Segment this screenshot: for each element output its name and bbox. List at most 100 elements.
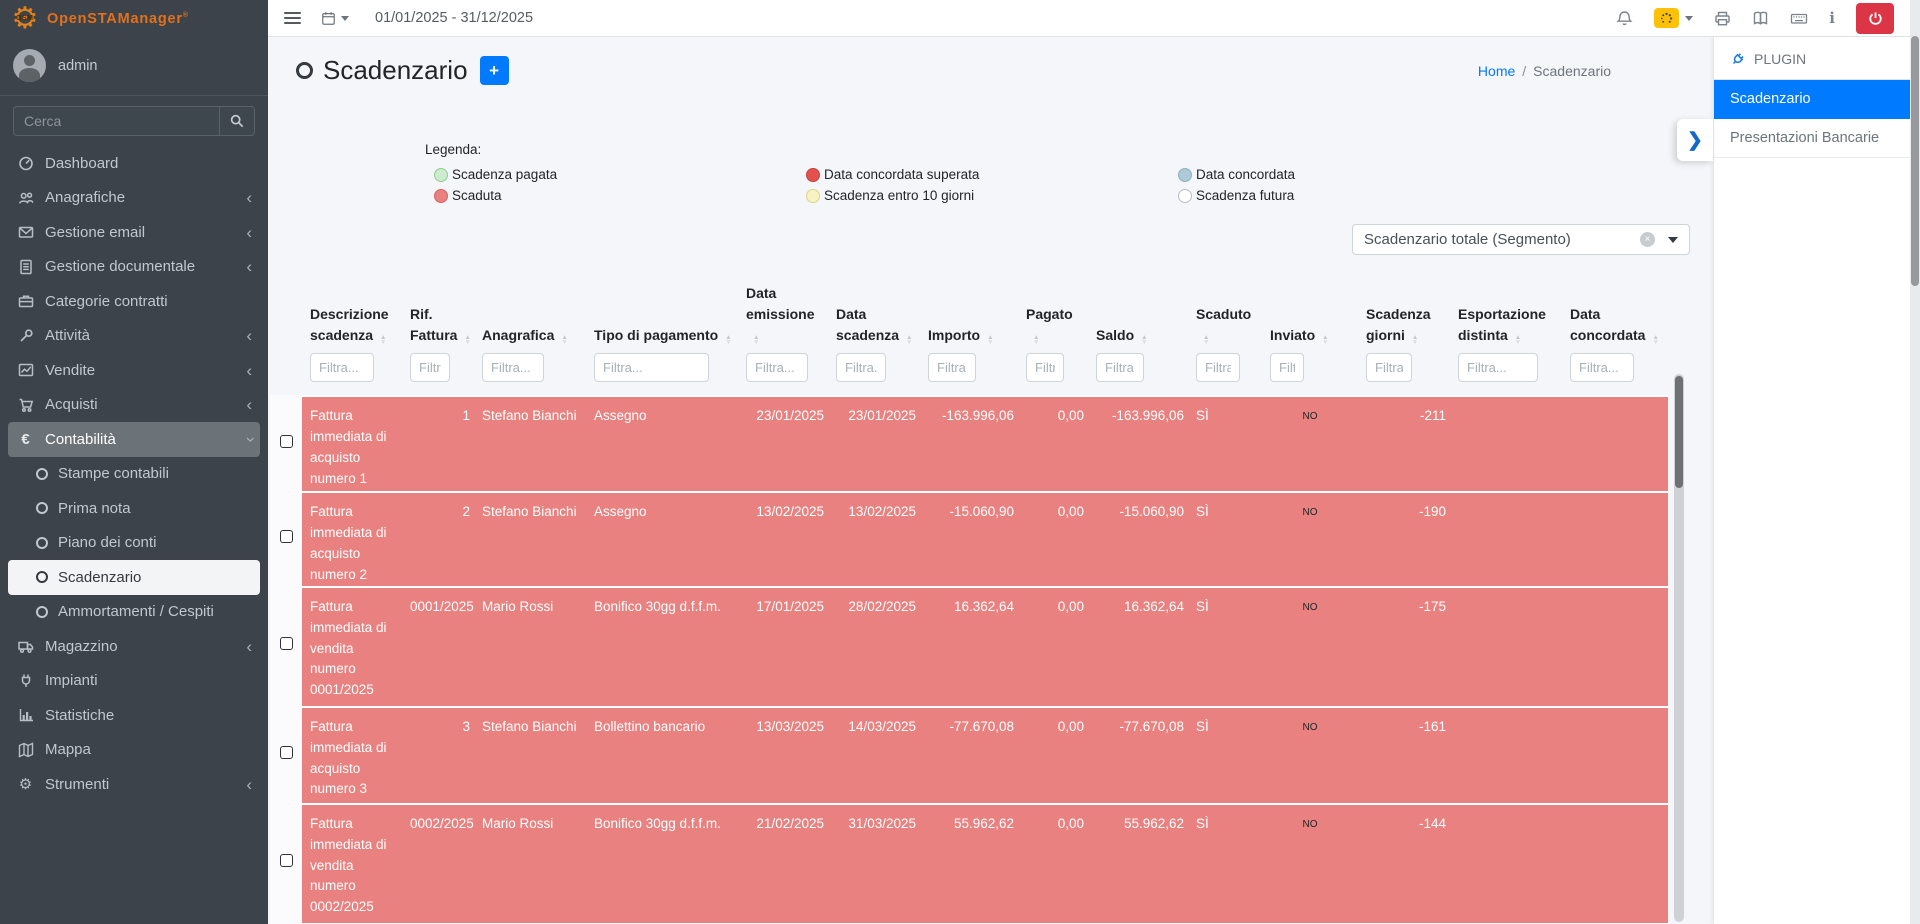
osm-gear-icon: ⚙ OSM bbox=[10, 4, 40, 34]
plugin-item-presentazioni-bancarie[interactable]: Presentazioni Bancarie bbox=[1714, 119, 1910, 158]
sidebar-item-categorie-contratti[interactable]: Categorie contratti bbox=[8, 284, 260, 319]
sidebar-item-ammortamenti-cespiti[interactable]: Ammortamenti / Cespiti bbox=[8, 595, 260, 630]
col-pagato[interactable]: Pagato▲▼ bbox=[1018, 283, 1088, 351]
breadcrumb-home-link[interactable]: Home bbox=[1478, 63, 1515, 79]
book-icon bbox=[1752, 10, 1769, 27]
col-descrizione-scadenza[interactable]: Descrizione scadenza▲▼ bbox=[302, 283, 402, 351]
col-saldo[interactable]: Saldo▲▼ bbox=[1088, 283, 1188, 351]
add-scadenza-button[interactable]: + bbox=[480, 56, 509, 85]
documentation-button[interactable] bbox=[1752, 10, 1769, 27]
row-checkbox[interactable] bbox=[280, 854, 293, 867]
panel-collapse-button[interactable]: ❯ bbox=[1677, 119, 1713, 161]
search-input[interactable] bbox=[13, 106, 219, 136]
sidebar-item-dashboard[interactable]: Dashboard bbox=[8, 146, 260, 181]
circle-o-icon bbox=[296, 62, 313, 79]
shortcuts-button[interactable] bbox=[1790, 10, 1808, 27]
sidebar-item-scadenzario[interactable]: Scadenzario bbox=[8, 560, 260, 595]
col-data-scadenza[interactable]: Data scadenza▲▼ bbox=[828, 283, 920, 351]
col-anagrafica[interactable]: Anagrafica▲▼ bbox=[474, 283, 586, 351]
table-scrollbar-thumb[interactable] bbox=[1675, 376, 1683, 488]
filter-pagato-input[interactable] bbox=[1026, 353, 1064, 382]
sidebar-item-stampe-contabili[interactable]: Stampe contabili bbox=[8, 457, 260, 492]
filter-anagrafica-input[interactable] bbox=[482, 353, 544, 382]
envelope-icon bbox=[16, 224, 35, 240]
session-indicator[interactable] bbox=[1654, 8, 1693, 28]
print-button[interactable] bbox=[1714, 10, 1731, 27]
segment-select[interactable]: Scadenzario totale (Segmento) × bbox=[1352, 224, 1690, 255]
filter-rif-input[interactable] bbox=[410, 353, 450, 382]
sidebar-item-piano-dei-conti[interactable]: Piano dei conti bbox=[8, 526, 260, 561]
schedule-row[interactable]: Fattura immediata di acquisto numero 2 2… bbox=[270, 492, 1668, 587]
breadcrumb-current: Scadenzario bbox=[1533, 63, 1611, 79]
search-button[interactable] bbox=[219, 106, 255, 136]
sidebar-item-attivita[interactable]: Attività ‹ bbox=[8, 319, 260, 354]
filter-scadenza-input[interactable] bbox=[836, 353, 886, 382]
legend-title: Legenda: bbox=[425, 142, 1713, 157]
sidebar-item-vendite[interactable]: Vendite ‹ bbox=[8, 353, 260, 388]
printer-icon bbox=[1714, 10, 1731, 27]
filter-tipo-input[interactable] bbox=[594, 353, 709, 382]
legend-item: Scadenza futura bbox=[1178, 185, 1713, 206]
filter-descrizione-input[interactable] bbox=[310, 353, 374, 382]
plugin-item-scadenzario[interactable]: Scadenzario bbox=[1714, 80, 1910, 119]
hamburger-menu-icon[interactable] bbox=[284, 12, 301, 24]
schedule-row[interactable]: Fattura immediata di acquisto numero 1 1… bbox=[270, 396, 1668, 492]
row-checkbox[interactable] bbox=[280, 746, 293, 759]
sidebar-item-gestione-documentale[interactable]: Gestione documentale ‹ bbox=[8, 250, 260, 285]
filter-concordata-input[interactable] bbox=[1570, 353, 1634, 382]
col-data-concordata[interactable]: Data concordata▲▼ bbox=[1562, 283, 1668, 351]
schedule-row[interactable]: Fattura immediata di vendita numero 0001… bbox=[270, 587, 1668, 707]
schedule-row[interactable]: Fattura immediata di acquisto numero 3 3… bbox=[270, 707, 1668, 804]
sidebar-item-anagrafiche[interactable]: Anagrafiche ‹ bbox=[8, 181, 260, 216]
sidebar-item-mappa[interactable]: Mappa bbox=[8, 733, 260, 768]
filter-scaduto-input[interactable] bbox=[1196, 353, 1240, 382]
col-rif-fattura[interactable]: Rif. Fattura▲▼ bbox=[402, 283, 474, 351]
col-inviato[interactable]: Inviato▲▼ bbox=[1262, 283, 1358, 351]
inviato-badge: NO bbox=[1262, 396, 1358, 492]
page-scrollbar[interactable] bbox=[1910, 0, 1920, 924]
avatar[interactable] bbox=[13, 49, 46, 82]
col-scadenza-giorni[interactable]: Scadenza giorni▲▼ bbox=[1358, 283, 1450, 351]
row-checkbox[interactable] bbox=[280, 637, 293, 650]
col-esportazione-distinta[interactable]: Esportazione distinta▲▼ bbox=[1450, 283, 1562, 351]
col-importo[interactable]: Importo▲▼ bbox=[920, 283, 1018, 351]
logout-button[interactable] bbox=[1856, 3, 1894, 34]
col-scaduto[interactable]: Scaduto▲▼ bbox=[1188, 283, 1262, 351]
sidebar-item-prima-nota[interactable]: Prima nota bbox=[8, 491, 260, 526]
segment-row: Scadenzario totale (Segmento) × bbox=[268, 224, 1690, 255]
page-scrollbar-thumb[interactable] bbox=[1911, 36, 1919, 286]
filter-importo-input[interactable] bbox=[928, 353, 976, 382]
table-scrollbar[interactable] bbox=[1674, 374, 1684, 922]
date-range-picker[interactable] bbox=[321, 11, 349, 26]
filter-saldo-input[interactable] bbox=[1096, 353, 1144, 382]
spinner-badge bbox=[1654, 8, 1679, 28]
select-all-header bbox=[270, 283, 302, 351]
filter-esportazione-input[interactable] bbox=[1458, 353, 1538, 382]
search-icon bbox=[230, 114, 244, 128]
sidebar-item-statistiche[interactable]: Statistiche bbox=[8, 698, 260, 733]
filter-inviato-input[interactable] bbox=[1270, 353, 1304, 382]
info-button[interactable]: i bbox=[1829, 9, 1835, 27]
sidebar-item-magazzino[interactable]: Magazzino ‹ bbox=[8, 629, 260, 664]
sidebar-item-acquisti[interactable]: Acquisti ‹ bbox=[8, 388, 260, 423]
notifications-bell-button[interactable] bbox=[1616, 10, 1633, 27]
sidebar-item-impianti[interactable]: Impianti bbox=[8, 664, 260, 699]
col-data-emissione[interactable]: Data emissione▲▼ bbox=[738, 283, 828, 351]
row-checkbox[interactable] bbox=[280, 435, 293, 448]
segment-select-value: Scadenzario totale (Segmento) bbox=[1364, 231, 1571, 248]
sidebar-item-contabilita[interactable]: € Contabilità ‹ bbox=[8, 422, 260, 457]
filter-giorni-input[interactable] bbox=[1366, 353, 1412, 382]
circle-o-icon bbox=[36, 502, 48, 514]
schedule-row[interactable]: Fattura immediata di vendita numero 0002… bbox=[270, 804, 1668, 924]
sidebar-item-gestione-email[interactable]: Gestione email ‹ bbox=[8, 215, 260, 250]
sort-icon: ▲▼ bbox=[1322, 335, 1328, 345]
clear-icon[interactable]: × bbox=[1640, 232, 1655, 247]
col-tipo-pagamento[interactable]: Tipo di pagamento▲▼ bbox=[586, 283, 738, 351]
brand-logo[interactable]: ⚙ OSM OpenSTAManager® bbox=[0, 0, 268, 38]
row-checkbox[interactable] bbox=[280, 530, 293, 543]
legend-item: Data concordata superata bbox=[806, 164, 1178, 185]
calendar-icon bbox=[321, 11, 336, 26]
filter-emissione-input[interactable] bbox=[746, 353, 808, 382]
sidebar-item-strumenti[interactable]: ⚙ Strumenti ‹ bbox=[8, 767, 260, 802]
plug-icon bbox=[1727, 48, 1748, 69]
